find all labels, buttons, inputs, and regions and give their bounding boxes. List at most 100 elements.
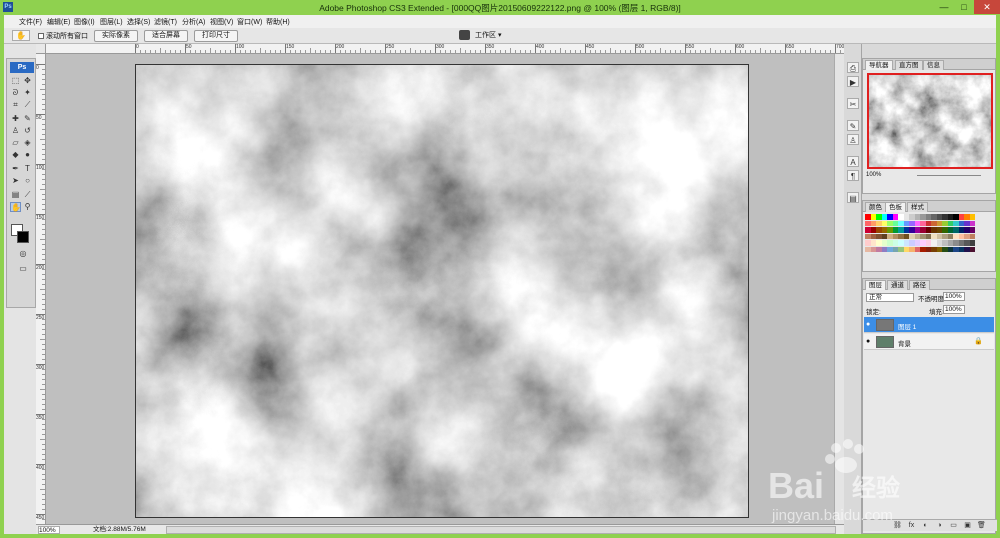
menu-layer[interactable]: 图层(L) [100,17,123,27]
lasso-tool-icon[interactable]: ᘐ [10,88,21,98]
tool-preset-picker[interactable]: ✋ [12,30,30,41]
color-swatch[interactable] [969,214,975,220]
quick-mask-icon[interactable]: ◎ [16,249,30,259]
menu-edit[interactable]: 编辑(E) [47,17,70,27]
ruler-minor-tick [305,50,306,53]
eyedropper-tool-icon[interactable]: ⟋ [22,190,33,200]
close-button[interactable]: ✕ [974,0,1000,14]
background-color-swatch[interactable] [17,231,29,243]
shape-tool-icon[interactable]: ○ [22,176,33,186]
type-tool-icon[interactable]: T [22,164,33,174]
slice-tool-icon[interactable]: ⟋ [22,100,33,110]
notes-tool-icon[interactable]: ▤ [10,190,21,200]
new-group-icon[interactable]: ▭ [949,521,958,530]
brush-tool-icon[interactable]: ✎ [22,114,33,124]
brushes-panel-icon[interactable]: ✎ [847,120,859,131]
character-panel-icon[interactable]: A [847,156,859,167]
history-panel-icon[interactable]: ⎙ [847,62,859,73]
tab-navigator[interactable]: 导航器 [865,60,893,70]
workspace-menu-button[interactable]: 工作区 ▾ [475,30,501,41]
blend-mode-select[interactable]: 正常 [866,293,914,302]
eraser-tool-icon[interactable]: ▱ [10,138,21,148]
layer-row-layer1[interactable]: ● 图层 1 [864,317,994,333]
actions-panel-icon[interactable]: ▶ [847,76,859,87]
image-canvas[interactable] [135,64,749,518]
vertical-scrollbar[interactable] [834,54,844,524]
menu-filter[interactable]: 滤镜(T) [154,17,177,27]
ruler-origin[interactable] [36,44,46,54]
fill-field[interactable]: 100% [943,305,965,314]
new-layer-icon[interactable]: ▣ [963,521,972,530]
tab-styles[interactable]: 样式 [907,202,928,212]
blur-tool-icon[interactable]: ◆ [10,150,21,160]
document-size-info[interactable]: 文档:2.88M/5.76M [93,526,146,534]
horizontal-ruler[interactable]: 0 50 100 150 200 250 300 350 400 450 500 550 600 650 7… [46,44,844,54]
menu-window[interactable]: 窗口(W) [237,17,262,27]
tab-color[interactable]: 颜色 [865,202,886,212]
vertical-ruler[interactable]: 0 50 100 150 200 250 300 350 400 450 [36,54,46,524]
paragraph-panel-icon[interactable]: ¶ [847,170,859,181]
tab-paths[interactable]: 路径 [909,280,930,290]
photoshop-logo[interactable]: Ps [10,62,34,73]
ruler-minor-tick [42,394,45,395]
paint-bucket-tool-icon[interactable]: ◈ [22,138,33,148]
zoom-tool-icon[interactable]: ⚲ [22,202,33,212]
color-swatch[interactable] [969,220,975,226]
menu-image[interactable]: 图像(I) [74,17,95,27]
layer-style-icon[interactable]: fx [907,521,916,530]
ruler-minor-tick [160,48,161,53]
healing-brush-tool-icon[interactable]: ✚ [10,114,21,124]
tab-histogram[interactable]: 直方图 [895,60,923,70]
swatches-grid[interactable] [865,214,975,258]
ruler-minor-tick [205,50,206,53]
clone-source-panel-icon[interactable]: ♙ [847,134,859,145]
fit-screen-button[interactable]: 适合屏幕 [144,30,188,42]
scroll-all-windows-checkbox[interactable] [38,33,44,39]
navigator-preview[interactable] [867,73,993,169]
print-size-button[interactable]: 打印尺寸 [194,30,238,42]
layer-row-background[interactable]: ● 背景 🔒 [864,334,994,350]
tool-presets-panel-icon[interactable]: ✂ [847,98,859,109]
navigator-zoom-slider[interactable] [917,175,981,176]
opacity-field[interactable]: 100% [943,292,965,301]
path-selection-tool-icon[interactable]: ➤ [10,176,21,186]
marquee-tool-icon[interactable]: ⬚ [10,76,21,86]
dodge-tool-icon[interactable]: ● [22,150,33,160]
adjustment-layer-icon[interactable]: ◑ [935,521,944,530]
tab-channels[interactable]: 通道 [887,280,908,290]
ruler-minor-tick [42,424,45,425]
menu-file[interactable]: 文件(F) [19,17,42,27]
workspace-icon[interactable] [459,30,470,40]
color-swatch[interactable] [969,233,975,239]
tab-layers[interactable]: 图层 [865,280,886,290]
crop-tool-icon[interactable]: ⌗ [10,100,21,110]
color-swatch[interactable] [969,227,975,233]
menu-select[interactable]: 选择(S) [127,17,150,27]
magic-wand-tool-icon[interactable]: ✦ [22,88,33,98]
tab-swatches[interactable]: 色板 [885,202,906,212]
color-swatch[interactable] [969,246,975,252]
actual-pixels-button[interactable]: 实际像素 [94,30,138,42]
link-layers-icon[interactable]: ⛓ [893,521,902,530]
pen-tool-icon[interactable]: ✒ [10,164,21,174]
move-tool-icon[interactable]: ✥ [22,76,33,86]
menu-analysis[interactable]: 分析(A) [182,17,205,27]
horizontal-scrollbar[interactable] [166,526,836,534]
clone-stamp-tool-icon[interactable]: ♙ [10,126,21,136]
layer-comps-panel-icon[interactable]: ▤ [847,192,859,203]
tab-info[interactable]: 信息 [923,60,944,70]
history-brush-tool-icon[interactable]: ↺ [22,126,33,136]
visibility-eye-icon[interactable]: ● [866,321,870,328]
delete-layer-icon[interactable]: 🗑 [977,521,986,530]
color-swatch[interactable] [969,240,975,246]
navigator-zoom-value[interactable]: 100% [866,172,881,178]
menu-help[interactable]: 帮助(H) [266,17,290,27]
hand-tool-icon[interactable]: ✋ [10,202,21,212]
maximize-button[interactable]: □ [954,0,974,14]
menu-view[interactable]: 视图(V) [210,17,233,27]
visibility-eye-icon[interactable]: ● [866,338,870,345]
layer-mask-icon[interactable]: ◐ [921,521,930,530]
zoom-level-field[interactable]: 100% [38,526,60,534]
minimize-button[interactable]: — [934,0,954,14]
screen-mode-icon[interactable]: ▭ [16,264,30,274]
